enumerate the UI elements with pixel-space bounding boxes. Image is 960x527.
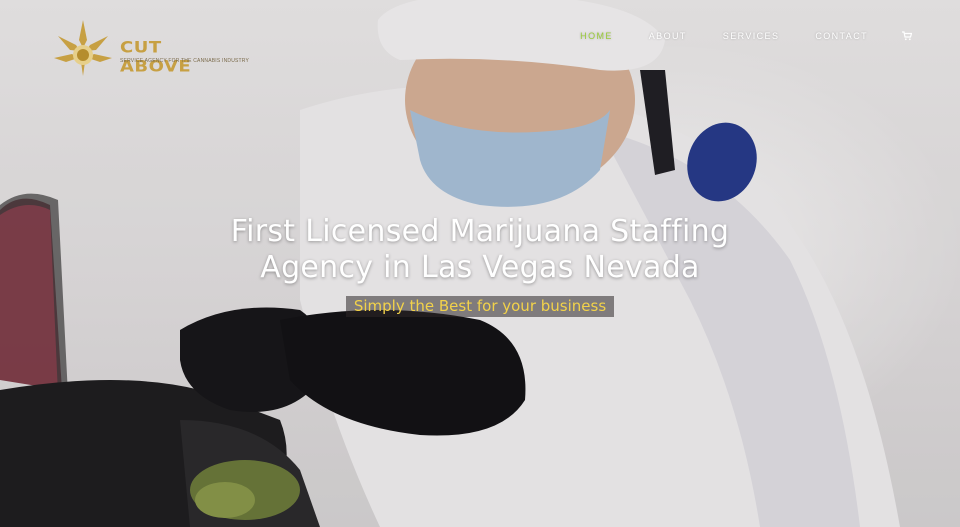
cart-icon[interactable] <box>902 31 912 41</box>
hero-headline-line-1: First Licensed Marijuana Staffing <box>230 214 730 249</box>
brand-logo[interactable]: CUT ABOVE SERVICE AGENCY FOR THE CANNABI… <box>52 18 249 78</box>
hero-headline-line-2: Agency in Las Vegas Nevada <box>260 250 700 285</box>
nav-about[interactable]: ABOUT <box>649 31 687 41</box>
hero-headline: First Licensed Marijuana Staffing Agency… <box>0 214 960 286</box>
brand-tagline: SERVICE AGENCY FOR THE CANNABIS INDUSTRY <box>120 58 250 64</box>
main-navigation: HOME ABOUT SERVICES CONTACT <box>544 31 912 41</box>
brand-name: CUT ABOVE <box>120 38 192 76</box>
nav-home[interactable]: HOME <box>580 31 613 41</box>
hero-subheadline-wrap: Simply the Best for your business <box>0 296 960 317</box>
lion-leaf-logo-icon <box>54 20 112 76</box>
hero-subheadline: Simply the Best for your business <box>345 296 615 317</box>
nav-contact[interactable]: CONTACT <box>815 31 868 41</box>
nav-services[interactable]: SERVICES <box>723 31 780 41</box>
